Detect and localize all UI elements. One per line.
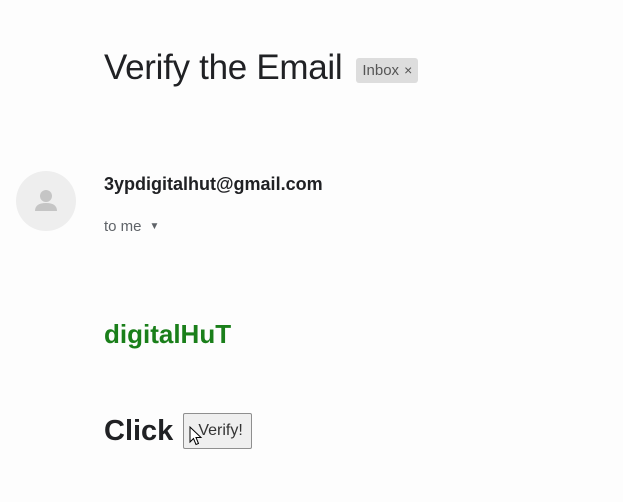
person-icon [35,190,57,211]
avatar[interactable] [16,171,76,231]
caret-down-icon[interactable]: ▼ [150,221,160,232]
inbox-label-chip[interactable]: Inbox × [356,57,419,83]
close-icon[interactable]: × [404,62,412,78]
label-chip-text: Inbox [362,61,400,79]
verify-button[interactable]: Verify! [183,413,252,449]
verify-button-label: Verify! [198,422,243,439]
cta-row: Click Verify! [104,413,252,449]
subject-row: Verify the Email Inbox × [104,48,419,88]
recipient-text: to me [104,218,142,235]
email-view: Verify the Email Inbox × 3ypdigitalhut@g… [0,0,623,502]
recipient-line: to me ▼ [104,218,159,235]
cta-text: Click [104,414,174,447]
brand-heading: digitalHuT [104,319,232,349]
email-subject: Verify the Email [104,48,343,87]
sender-address[interactable]: 3ypdigitalhut@gmail.com [104,174,323,195]
